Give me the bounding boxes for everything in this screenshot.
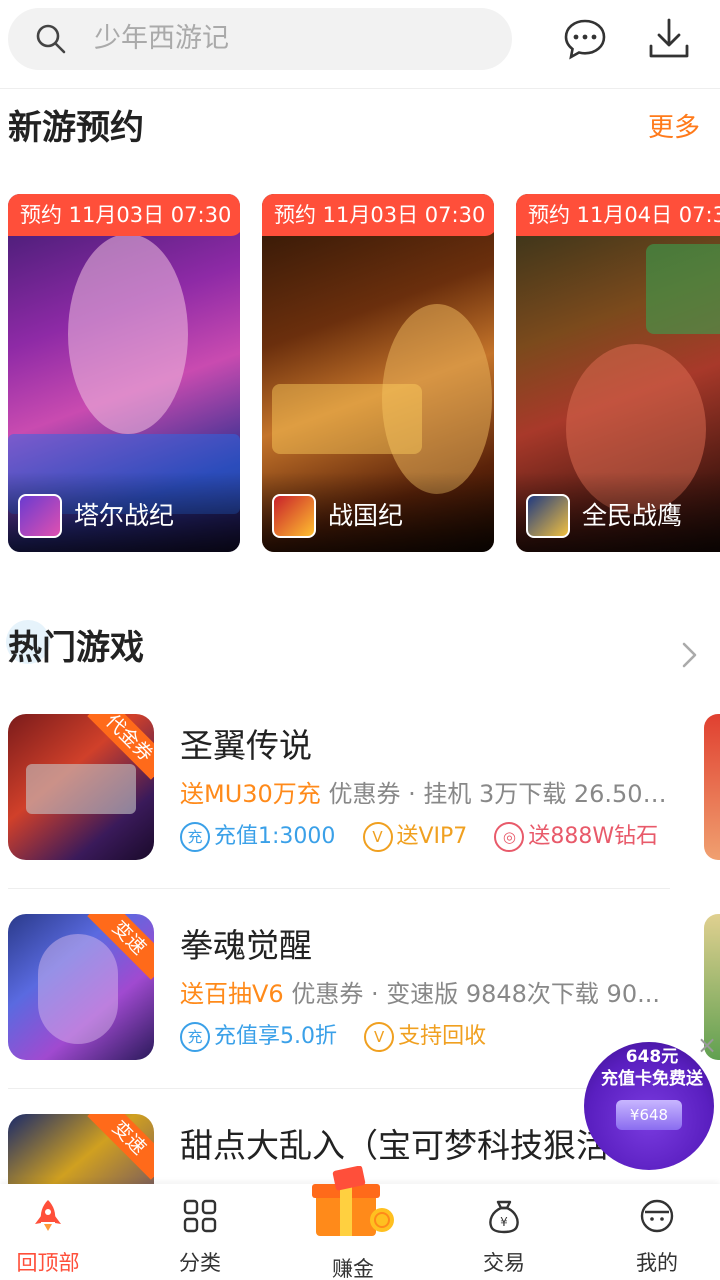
recharge-icon: 充	[180, 822, 210, 852]
nav-category[interactable]: 分类	[128, 1184, 272, 1280]
game-highlight: 送百抽V6	[180, 980, 284, 1008]
top-bar: 少年西游记	[0, 0, 720, 88]
vip-icon: V	[364, 1022, 395, 1052]
reservation-card[interactable]: 预约 11月03日 07:30 战国纪	[262, 194, 494, 552]
svg-text:¥: ¥	[500, 1215, 508, 1229]
game-name: 圣翼传说	[180, 726, 312, 765]
game-name: 拳魂觉醒	[180, 926, 312, 965]
reservation-carousel[interactable]: 预约 11月03日 07:30 塔尔战纪 预约 11月03日 07:30 战国纪…	[0, 194, 720, 554]
game-badges: 充充值享5.0折 V 支持回收	[180, 1020, 508, 1054]
message-icon[interactable]	[562, 16, 608, 62]
corner-tag: 变速	[87, 1114, 154, 1180]
reservation-tag: 预约 11月03日 07:30	[262, 194, 494, 236]
reservation-tag: 预约 11月03日 07:30	[8, 194, 240, 236]
adjacent-thumbnail	[704, 714, 720, 860]
reservation-card[interactable]: 预约 11月04日 07:30 全民战鹰	[516, 194, 720, 552]
list-divider	[8, 1088, 670, 1089]
reservation-card[interactable]: 预约 11月03日 07:30 塔尔战纪	[8, 194, 240, 552]
game-icon	[526, 494, 570, 538]
rocket-icon	[35, 1200, 61, 1231]
new-games-title: 新游预约	[8, 108, 144, 148]
diamond-badge: ◎ 送888W钻石	[494, 820, 658, 854]
close-icon[interactable]: ×	[694, 1032, 720, 1058]
gift-card-icon: ¥648	[616, 1100, 682, 1130]
game-thumbnail: 变速	[8, 914, 154, 1060]
grid-icon	[183, 1199, 217, 1233]
game-icon	[18, 494, 62, 538]
game-icon	[272, 494, 316, 538]
recharge-badge: 充充值1:3000	[180, 820, 335, 854]
reservation-tag: 预约 11月04日 07:30	[516, 194, 720, 236]
game-meta: 送百抽V6 优惠券 · 变速版 9848次下载 90...	[180, 978, 672, 1010]
diamond-icon: ◎	[494, 822, 525, 852]
nav-mine[interactable]: 我的	[585, 1184, 720, 1280]
nav-back-to-top[interactable]: 回顶部	[0, 1184, 120, 1280]
search-placeholder: 少年西游记	[94, 23, 229, 54]
game-meta: 送MU30万充 优惠券 · 挂机 3万下载 26.50 ...	[180, 778, 672, 810]
top-divider	[0, 88, 720, 89]
more-link[interactable]: 更多	[648, 108, 700, 148]
money-bag-icon: ¥	[489, 1200, 519, 1234]
recycle-badge: V 支持回收	[364, 1020, 486, 1054]
profile-icon	[640, 1199, 674, 1233]
card-game-name: 塔尔战纪	[74, 501, 175, 530]
vip-badge: V 送VIP7	[362, 820, 467, 854]
card-game-name: 全民战鹰	[582, 501, 683, 530]
nav-trade[interactable]: ¥ 交易	[432, 1184, 576, 1280]
game-thumbnail: 变速	[8, 1114, 154, 1184]
search-icon	[36, 24, 66, 54]
recharge-badge: 充充值享5.0折	[180, 1020, 337, 1054]
game-highlight: 送MU30万充	[180, 780, 321, 808]
hot-games-title: 热门游戏	[8, 628, 144, 668]
download-icon[interactable]	[646, 16, 692, 62]
vip-icon: V	[362, 822, 393, 852]
search-bar[interactable]: 少年西游记	[8, 8, 512, 70]
game-meta-text: 优惠券 · 变速版 9848次下载 90...	[291, 980, 660, 1008]
chevron-right-icon[interactable]	[676, 640, 702, 670]
game-thumbnail: 代金券	[8, 714, 154, 860]
recharge-icon: 充	[180, 1022, 210, 1052]
game-meta-text: 优惠券 · 挂机 3万下载 26.50 ...	[328, 780, 672, 808]
list-divider	[8, 888, 670, 889]
gift-box-icon[interactable]	[310, 1166, 396, 1238]
game-list-item[interactable]: 代金券 圣翼传说 送MU30万充 优惠券 · 挂机 3万下载 26.50 ...…	[0, 714, 720, 914]
promo-bubble[interactable]: 648元 充值卡免费送 ¥648	[584, 1042, 714, 1170]
game-name: 甜点大乱入（宝可梦科技狠活	[180, 1126, 609, 1165]
game-badges: 充充值1:3000 V 送VIP7 ◎ 送888W钻石	[180, 820, 680, 854]
card-game-name: 战国纪	[328, 501, 404, 530]
